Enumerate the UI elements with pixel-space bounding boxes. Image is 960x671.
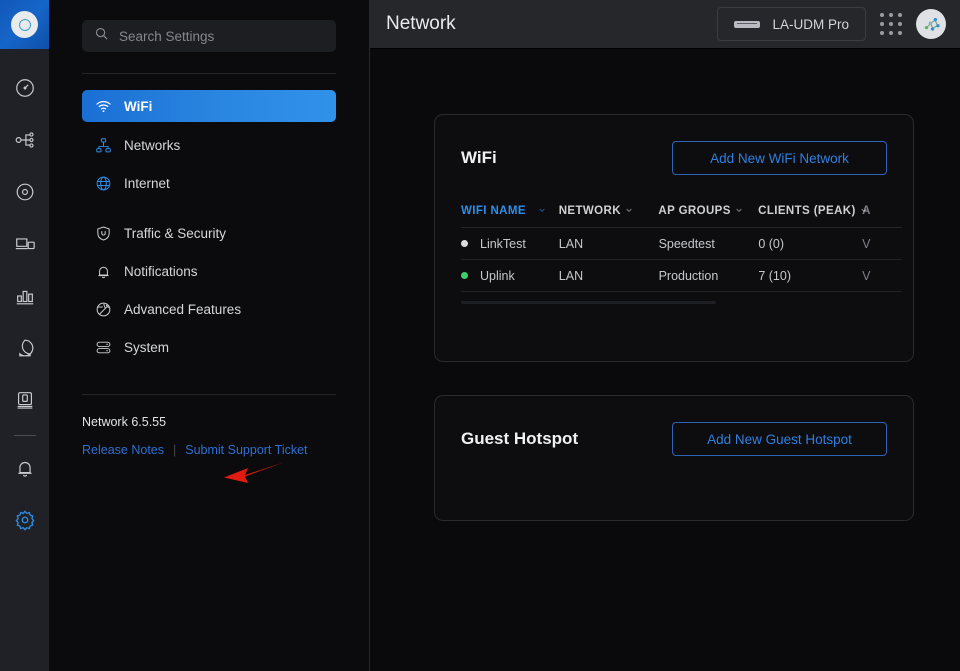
- sidebar-item-label-notifications: Notifications: [124, 264, 198, 279]
- sidebar-item-label-system: System: [124, 340, 169, 355]
- status-badge: [461, 240, 468, 247]
- column-header-network[interactable]: NETWORK: [559, 205, 659, 217]
- wifi-card-header: WiFi Add New WiFi Network: [435, 115, 913, 175]
- horizontal-scrollbar[interactable]: [461, 301, 716, 304]
- cell-clients: 7 (10): [758, 269, 862, 283]
- statistics-icon[interactable]: [0, 270, 49, 322]
- cell-wifi-name: LinkTest: [461, 237, 559, 251]
- column-header-clients-peak[interactable]: CLIENTS (PEAK): [758, 205, 862, 217]
- sidebar-item-networks[interactable]: Networks: [82, 130, 336, 160]
- apps-grid-icon[interactable]: [880, 13, 902, 35]
- shield-icon[interactable]: [0, 322, 49, 374]
- devices-icon[interactable]: [0, 218, 49, 270]
- column-header-clipped[interactable]: A: [862, 205, 902, 217]
- bell-icon[interactable]: [0, 442, 49, 494]
- gear-icon[interactable]: [0, 494, 49, 546]
- wifi-table: WIFI NAME NETWORK AP GROUP: [435, 205, 913, 292]
- chevron-down-icon: [538, 205, 546, 217]
- guest-card-title: Guest Hotspot: [461, 429, 578, 449]
- top-bar: Network LA-UDM Pro: [370, 0, 960, 49]
- wifi-table-header: WIFI NAME NETWORK AP GROUP: [461, 205, 902, 228]
- sidebar-item-internet[interactable]: Internet: [82, 168, 336, 198]
- wifi-icon: [94, 97, 112, 115]
- avatar[interactable]: [916, 9, 946, 39]
- column-header-ap-groups[interactable]: AP GROUPS: [658, 205, 758, 217]
- topbar-right-group: LA-UDM Pro: [717, 7, 960, 41]
- sidebar-item-label-wifi: WiFi: [124, 99, 152, 114]
- column-header-wifi-name[interactable]: WIFI NAME: [461, 205, 559, 217]
- search-input[interactable]: [119, 20, 324, 52]
- search-icon: [94, 26, 109, 46]
- device-selector[interactable]: LA-UDM Pro: [717, 7, 866, 41]
- version-label: Network 6.5.55: [82, 415, 369, 429]
- table-row[interactable]: Uplink LAN Production 7 (10) V: [461, 260, 902, 292]
- icon-rail: [0, 0, 49, 671]
- cell-clipped: V: [862, 237, 902, 251]
- chevron-down-icon: [860, 205, 868, 217]
- cell-wifi-name: Uplink: [461, 269, 559, 283]
- guest-hotspot-card: Guest Hotspot Add New Guest Hotspot: [434, 395, 914, 521]
- cell-network: LAN: [559, 269, 659, 283]
- sidebar-item-wifi[interactable]: WiFi: [82, 90, 336, 122]
- chevron-down-icon: [625, 205, 633, 217]
- wifi-card-title: WiFi: [461, 148, 497, 168]
- unifi-logo-icon[interactable]: [0, 0, 49, 49]
- red-arrow-annotation: [221, 458, 287, 497]
- links-separator: |: [173, 443, 176, 457]
- status-badge: [461, 272, 468, 279]
- sidebar-item-traffic-security[interactable]: Traffic & Security: [82, 218, 336, 248]
- sidebar-item-notifications[interactable]: Notifications: [82, 256, 336, 286]
- cell-ap-group: Speedtest: [659, 237, 759, 251]
- cell-clipped: V: [862, 269, 902, 283]
- search-settings-box[interactable]: [82, 20, 336, 52]
- device-name: LA-UDM Pro: [772, 17, 849, 32]
- cell-clients: 0 (0): [758, 237, 862, 251]
- shield-u-icon: [94, 224, 112, 242]
- wifi-ap-icon[interactable]: [0, 166, 49, 218]
- page-title: Network: [386, 13, 456, 35]
- topology-icon[interactable]: [0, 114, 49, 166]
- bell-icon: [94, 262, 112, 280]
- settings-sidebar: WiFi Networks: [49, 0, 370, 671]
- globe-icon: [94, 174, 112, 192]
- sidebar-item-label-traffic-security: Traffic & Security: [124, 226, 226, 241]
- rack-device-icon: [734, 21, 760, 28]
- add-new-guest-hotspot-button[interactable]: Add New Guest Hotspot: [672, 422, 887, 456]
- table-row[interactable]: LinkTest LAN Speedtest 0 (0) V: [461, 228, 902, 260]
- sidebar-item-label-advanced-features: Advanced Features: [124, 302, 241, 317]
- cell-ap-group: Production: [659, 269, 759, 283]
- sidebar-group-primary: WiFi Networks: [49, 74, 369, 198]
- submit-support-ticket-link[interactable]: Submit Support Ticket: [185, 443, 307, 457]
- content-area: WiFi Add New WiFi Network WIFI NAME NETW…: [370, 49, 960, 671]
- sidebar-divider-bottom: [82, 394, 336, 395]
- networks-icon: [94, 136, 112, 154]
- sidebar-item-label-networks: Networks: [124, 138, 180, 153]
- dashboard-icon[interactable]: [0, 62, 49, 114]
- advanced-globe-icon: [94, 300, 112, 318]
- system-stack-icon: [94, 338, 112, 356]
- sidebar-item-system[interactable]: System: [82, 332, 336, 362]
- app-root: WiFi Networks: [0, 0, 960, 671]
- chevron-down-icon: [735, 205, 743, 217]
- sidebar-item-label-internet: Internet: [124, 176, 170, 191]
- sidebar-group-secondary: Traffic & Security Notifications Ad: [49, 198, 369, 362]
- wifi-table-body: LinkTest LAN Speedtest 0 (0) V Uplink: [461, 228, 902, 292]
- guest-card-header: Guest Hotspot Add New Guest Hotspot: [435, 396, 913, 456]
- search-wrapper: [49, 0, 369, 52]
- insights-icon[interactable]: [0, 374, 49, 426]
- add-new-wifi-network-button[interactable]: Add New WiFi Network: [672, 141, 887, 175]
- cell-network: LAN: [559, 237, 659, 251]
- rail-divider: [14, 435, 36, 436]
- sidebar-item-advanced-features[interactable]: Advanced Features: [82, 294, 336, 324]
- sidebar-links: Release Notes | Submit Support Ticket: [82, 443, 369, 457]
- release-notes-link[interactable]: Release Notes: [82, 443, 164, 457]
- wifi-card: WiFi Add New WiFi Network WIFI NAME NETW…: [434, 114, 914, 362]
- main-area: Network LA-UDM Pro: [370, 0, 960, 671]
